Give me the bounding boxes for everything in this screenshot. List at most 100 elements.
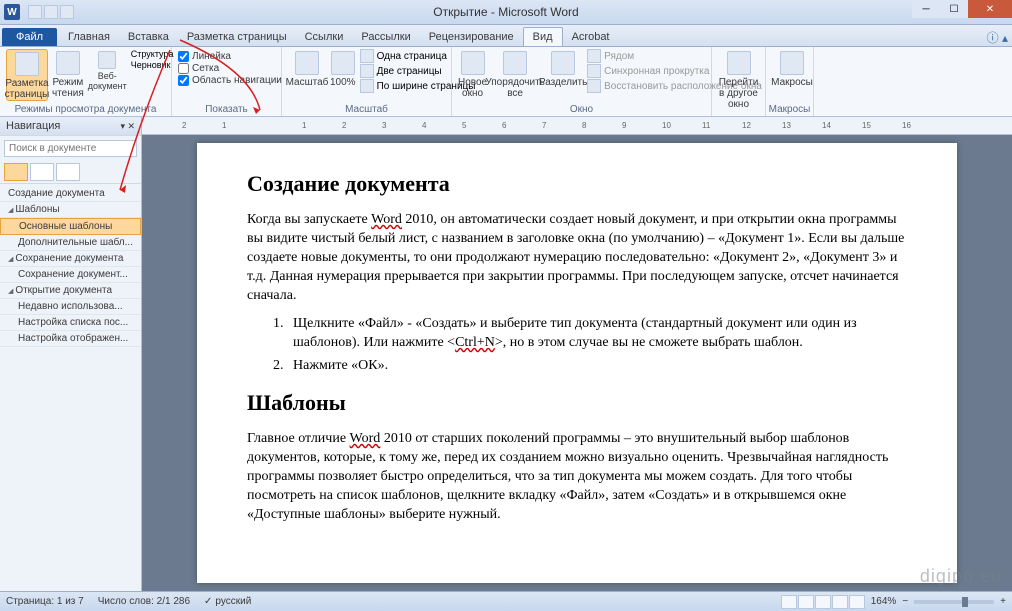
group-label-macros: Макросы [766, 104, 813, 115]
btn-split[interactable]: Разделить [543, 49, 583, 88]
tab-razmetka[interactable]: Разметка страницы [178, 28, 296, 46]
tab-rassylki[interactable]: Рассылки [352, 28, 419, 46]
group-show: Линейка Сетка Область навигации Показать [172, 47, 282, 116]
zoom-minus[interactable]: − [902, 596, 908, 607]
group-window: Новое окно Упорядочить все Разделить Ряд… [452, 47, 712, 116]
tab-glavnaya[interactable]: Главная [59, 28, 119, 46]
btn-razmetka[interactable]: Разметка страницы [6, 49, 48, 101]
tab-vstavka[interactable]: Вставка [119, 28, 178, 46]
nav-tree: Создание документаШаблоныОсновные шаблон… [0, 184, 141, 591]
work-area: Навигация ▾ ✕ Создание документаШаблоныО… [0, 117, 1012, 591]
heading-2: Шаблоны [247, 390, 907, 416]
navpane-header: Навигация ▾ ✕ [0, 117, 141, 136]
window-title: Открытие - Microsoft Word [433, 5, 578, 19]
navtree-item[interactable]: Сохранение документ... [0, 267, 141, 283]
arrange-icon [503, 51, 527, 75]
view-btn-5[interactable] [849, 595, 865, 609]
doc-link-word2[interactable]: Word [350, 431, 381, 446]
tab-ssylki[interactable]: Ссылки [296, 28, 353, 46]
group-label-views: Режимы просмотра документа [0, 104, 171, 115]
navtab-pages[interactable] [30, 163, 54, 181]
navtree-item[interactable]: Настройка списка пос... [0, 315, 141, 331]
navtree-item[interactable]: Шаблоны [0, 202, 141, 218]
chk-navpanel[interactable]: Область навигации [178, 75, 282, 86]
view-btn-4[interactable] [832, 595, 848, 609]
navtree-item[interactable]: Недавно использова... [0, 299, 141, 315]
minimize-button[interactable]: ─ [912, 0, 940, 18]
help-icon[interactable]: ⓘ ▴ [987, 29, 1008, 46]
chk-lineyka[interactable]: Линейка [178, 51, 282, 62]
navtree-item[interactable]: Дополнительные шабл... [0, 235, 141, 251]
split-icon [551, 51, 575, 75]
tab-vid[interactable]: Вид [523, 27, 563, 46]
zoom100-icon [331, 51, 355, 75]
view-btn-3[interactable] [815, 595, 831, 609]
document-page[interactable]: Создание документа Когда вы запускаете W… [197, 143, 957, 583]
tab-acrobat[interactable]: Acrobat [563, 28, 619, 46]
status-words[interactable]: Число слов: 2/1 286 [98, 596, 190, 607]
btn-new-window[interactable]: Новое окно [458, 49, 487, 99]
status-lang[interactable]: ✓ русский [204, 596, 251, 607]
navigation-pane: Навигация ▾ ✕ Создание документаШаблоныО… [0, 117, 142, 591]
watermark: digipo.eu [920, 566, 1002, 587]
navtree-item[interactable]: Настройка отображен... [0, 331, 141, 347]
btn-web[interactable]: Веб-документ [88, 49, 127, 91]
status-page[interactable]: Страница: 1 из 7 [6, 596, 84, 607]
one-page-icon [360, 49, 374, 63]
btn-rezhim[interactable]: Режим чтения [52, 49, 84, 99]
chk-setka[interactable]: Сетка [178, 63, 282, 74]
document-scroll[interactable]: Создание документа Когда вы запускаете W… [142, 135, 1012, 591]
doc-link-ctrln: Ctrl+N [455, 335, 495, 350]
ribbon: Разметка страницы Режим чтения Веб-докум… [0, 47, 1012, 117]
navtree-item[interactable]: Открытие документа [0, 283, 141, 299]
navtree-item[interactable]: Сохранение документа [0, 251, 141, 267]
tab-file[interactable]: Файл [2, 28, 57, 46]
restore-icon [587, 79, 601, 93]
navtree-item[interactable]: Основные шаблоны [0, 218, 141, 235]
btn-masshtab[interactable]: Масштаб [288, 49, 326, 88]
group-macros: Макросы Макросы [766, 47, 814, 116]
navtree-item[interactable]: Создание документа [0, 186, 141, 202]
close-button[interactable]: ✕ [968, 0, 1012, 18]
maximize-button[interactable]: ☐ [940, 0, 968, 18]
list-item: Щелкните «Файл» - «Создать» и выберите т… [287, 315, 907, 353]
btn-chernovik[interactable]: Черновик [131, 60, 174, 70]
web-icon [98, 51, 116, 69]
view-btn-2[interactable] [798, 595, 814, 609]
tab-review[interactable]: Рецензирование [420, 28, 523, 46]
search-input[interactable] [4, 140, 137, 157]
undo-icon[interactable] [44, 5, 58, 19]
horizontal-ruler[interactable]: 21 12 34 56 78 910 1112 1314 1516 [142, 117, 1012, 135]
zoom-icon [295, 51, 319, 75]
group-zoom: Масштаб 100% Одна страница Две страницы … [282, 47, 452, 116]
sync-scroll-icon [587, 64, 601, 78]
view-btn-1[interactable] [781, 595, 797, 609]
paragraph-2: Главное отличие Word 2010 от старших пок… [247, 430, 907, 524]
status-zoom[interactable]: 164% [871, 596, 897, 607]
save-icon[interactable] [28, 5, 42, 19]
navpane-search [0, 136, 141, 161]
document-area: 21 12 34 56 78 910 1112 1314 1516 Создан… [142, 117, 1012, 591]
redo-icon[interactable] [60, 5, 74, 19]
doc-link-word[interactable]: Word [371, 212, 402, 227]
word-icon: W [4, 4, 20, 20]
page-width-icon [360, 79, 374, 93]
navpane-close-icon[interactable]: ▾ ✕ [120, 121, 135, 132]
btn-arrange[interactable]: Упорядочить все [491, 49, 539, 99]
ordered-list-1: Щелкните «Файл» - «Создать» и выберите т… [287, 315, 907, 376]
group-label-window: Окно [452, 104, 711, 115]
navtab-headings[interactable] [4, 163, 28, 181]
btn-100[interactable]: 100% [330, 49, 356, 88]
btn-switch-window[interactable]: Перейти в другое окно [718, 49, 759, 110]
heading-1: Создание документа [247, 171, 907, 197]
zoom-plus[interactable]: + [1000, 596, 1006, 607]
group-label-show: Показать [172, 104, 281, 115]
zoom-slider[interactable] [914, 600, 994, 604]
navpane-title: Навигация [6, 120, 60, 132]
list-item: Нажмите «ОК». [287, 357, 907, 376]
status-bar: Страница: 1 из 7 Число слов: 2/1 286 ✓ р… [0, 591, 1012, 611]
page-layout-icon [15, 52, 39, 76]
btn-macros[interactable]: Макросы [772, 49, 812, 88]
navtab-results[interactable] [56, 163, 80, 181]
btn-struktura[interactable]: Структура [131, 49, 174, 59]
